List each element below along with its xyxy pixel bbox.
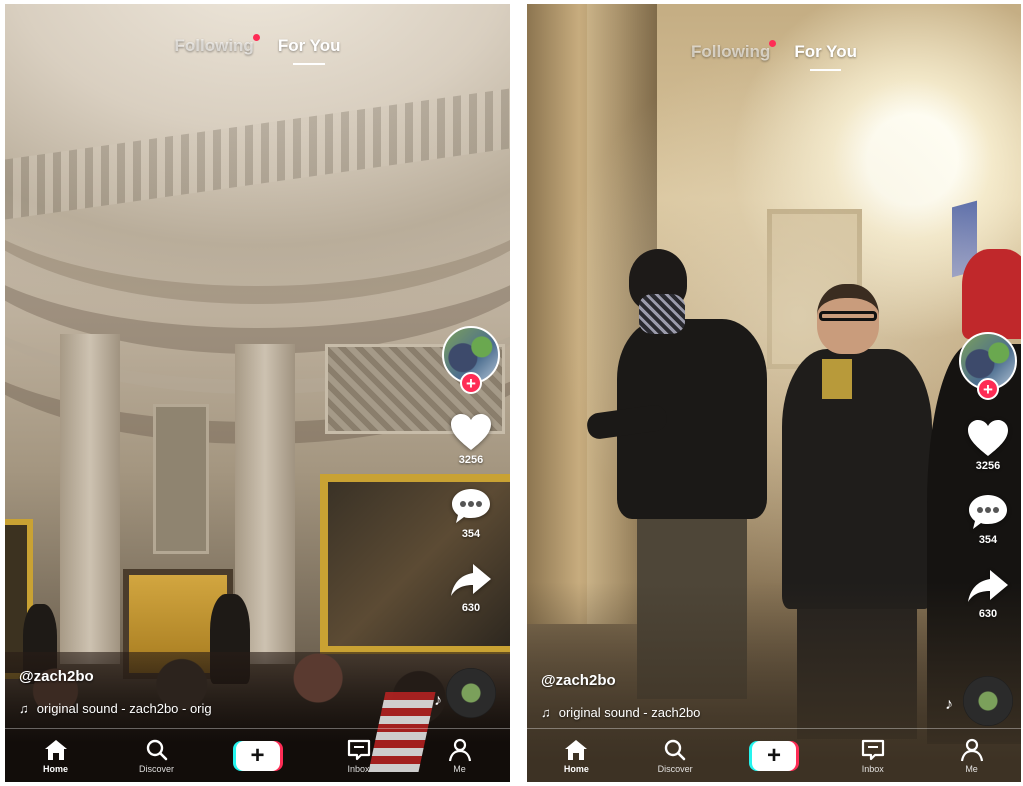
video-hallway[interactable]: [527, 4, 1021, 782]
tiktok-screen-right: Following For You + 3256 354 630 @zach2b…: [527, 4, 1021, 782]
music-note-icon: ♫: [19, 701, 29, 716]
person: [822, 359, 852, 399]
nav-me[interactable]: Me: [944, 738, 1000, 774]
creator-avatar-wrap: +: [442, 326, 500, 394]
profile-icon: [960, 738, 983, 761]
sound-link[interactable]: ♫ original sound - zach2bo - orig: [19, 701, 212, 716]
comment-icon: [452, 489, 490, 523]
nav-create[interactable]: +: [230, 740, 286, 771]
action-rail: + 3256 354 630: [957, 332, 1019, 640]
home-icon: [44, 739, 67, 760]
share-count: 630: [978, 608, 998, 620]
share-icon: [451, 564, 491, 596]
nav-discover[interactable]: Discover: [647, 738, 703, 774]
heart-icon: [968, 420, 1008, 456]
creator-username[interactable]: @zach2bo: [19, 668, 212, 685]
tab-for-you[interactable]: For You: [277, 36, 341, 65]
sound-disc[interactable]: [963, 676, 1013, 726]
nav-inbox[interactable]: Inbox: [331, 738, 387, 774]
heart-icon: [451, 414, 491, 450]
comment-count: 354: [461, 528, 481, 540]
plus-icon: +: [235, 740, 280, 771]
create-button[interactable]: +: [232, 740, 283, 771]
tab-following-label: Following: [174, 36, 254, 55]
comment-count: 354: [978, 534, 998, 546]
share-button[interactable]: 630: [966, 566, 1010, 620]
nav-create[interactable]: +: [746, 740, 802, 771]
like-count: 3256: [458, 454, 484, 466]
action-rail: + 3256 354 630: [440, 326, 502, 634]
nav-inbox[interactable]: Inbox: [845, 738, 901, 774]
wall-niche: [153, 404, 209, 554]
bottom-nav: Home Discover + Inbox Me: [5, 728, 510, 782]
tab-following-label: Following: [691, 42, 771, 61]
person: [819, 311, 877, 321]
video-rotunda[interactable]: [5, 4, 510, 782]
tab-for-you-label: For You: [277, 36, 341, 55]
person: [962, 249, 1021, 339]
nav-me-label: Me: [453, 763, 466, 774]
comment-button[interactable]: 354: [966, 492, 1010, 546]
creator-username[interactable]: @zach2bo: [541, 672, 700, 689]
share-button[interactable]: 630: [449, 560, 493, 614]
nav-discover-label: Discover: [657, 763, 693, 774]
comment-icon: [969, 495, 1007, 529]
music-note-icon: ♫: [541, 705, 551, 720]
like-button[interactable]: 3256: [966, 418, 1010, 472]
sound-title: original sound - zach2bo: [558, 705, 701, 720]
notification-dot: [252, 34, 260, 41]
nav-me[interactable]: Me: [432, 738, 488, 774]
tab-following[interactable]: Following: [174, 34, 260, 56]
sound-title: original sound - zach2bo - orig: [36, 701, 212, 716]
like-count: 3256: [975, 460, 1001, 472]
like-button[interactable]: 3256: [449, 412, 493, 466]
comment-button[interactable]: 354: [449, 486, 493, 540]
share-icon: [968, 570, 1008, 602]
sound-link[interactable]: ♫ original sound - zach2bo: [541, 705, 700, 720]
nav-discover[interactable]: Discover: [129, 738, 185, 774]
nav-home[interactable]: Home: [28, 738, 84, 774]
bottom-nav: Home Discover + Inbox Me: [527, 728, 1021, 782]
music-note-icon: ♪: [945, 696, 953, 713]
profile-icon: [448, 738, 471, 761]
music-note-icon: ♪: [434, 692, 442, 709]
video-caption: @zach2bo ♫ original sound - zach2bo: [541, 672, 700, 720]
video-caption: @zach2bo ♫ original sound - zach2bo - or…: [19, 668, 212, 716]
search-icon: [664, 739, 686, 760]
feed-tabs: Following For You: [527, 40, 1021, 71]
plus-icon: +: [751, 740, 796, 771]
nav-home-label: Home: [42, 763, 68, 774]
share-count: 630: [461, 602, 481, 614]
nav-discover-label: Discover: [138, 763, 174, 774]
nav-home-label: Home: [563, 763, 589, 774]
tiktok-screen-left: Following For You + 3256 354 630 @zach2b…: [5, 4, 510, 782]
follow-button[interactable]: +: [977, 378, 999, 400]
nav-inbox-label: Inbox: [347, 763, 370, 774]
tab-for-you[interactable]: For You: [794, 42, 857, 71]
tab-following[interactable]: Following: [691, 40, 777, 62]
sound-disc[interactable]: [446, 668, 496, 718]
person: [639, 294, 685, 334]
notification-dot: [769, 40, 777, 47]
inbox-icon: [347, 739, 370, 760]
nav-inbox-label: Inbox: [861, 763, 884, 774]
creator-avatar-wrap: +: [959, 332, 1017, 400]
search-icon: [146, 739, 167, 760]
feed-tabs: Following For You: [5, 34, 510, 65]
nav-home[interactable]: Home: [548, 738, 604, 774]
create-button[interactable]: +: [748, 740, 799, 771]
person: [782, 349, 932, 609]
inbox-icon: [861, 739, 884, 760]
home-icon: [565, 739, 588, 760]
column: [60, 334, 120, 664]
tab-for-you-label: For You: [794, 42, 857, 61]
follow-button[interactable]: +: [460, 372, 482, 394]
nav-me-label: Me: [965, 763, 978, 774]
